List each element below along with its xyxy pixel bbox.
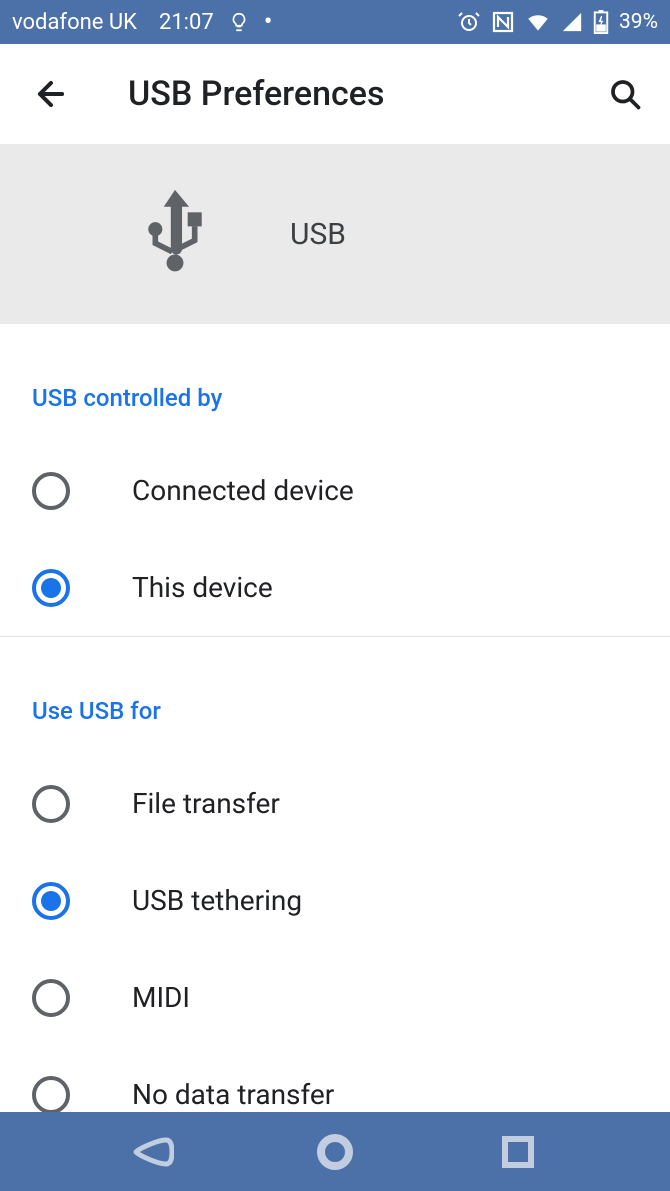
radio-label: No data transfer [132,1078,334,1111]
usb-header: USB [0,144,670,324]
status-right: 39% [457,10,658,34]
arrow-left-icon [32,75,70,113]
nfc-icon [491,10,515,34]
alarm-icon [457,10,481,34]
battery-icon [593,10,609,34]
section-controlled-by: USB controlled by Connected device This … [0,324,670,636]
radio-label: File transfer [132,787,280,820]
radio-file-transfer[interactable]: File transfer [0,755,670,852]
radio-icon [32,1076,70,1113]
dot-icon: • [264,9,273,35]
radio-label: MIDI [132,981,190,1014]
radio-icon [32,979,70,1017]
search-icon [607,76,643,112]
radio-label: This device [132,571,273,604]
page-title: USB Preferences [128,74,604,114]
radio-icon [32,785,70,823]
radio-midi[interactable]: MIDI [0,949,670,1046]
wifi-icon [525,11,551,33]
usb-icon [140,187,210,281]
nav-home-icon [315,1132,355,1172]
section-header-use-for: Use USB for [0,667,670,755]
navigation-bar [0,1112,670,1191]
nav-recent-icon [501,1135,535,1169]
battery-percent: 39% [619,10,658,34]
signal-icon [561,11,583,33]
radio-icon [32,472,70,510]
content: USB controlled by Connected device This … [0,324,670,1112]
nav-home-button[interactable] [311,1128,359,1176]
bulb-icon [228,11,250,33]
back-button[interactable] [30,73,72,115]
usb-header-label: USB [290,217,346,252]
status-left: vodafone UK 21:07 • [12,9,273,35]
nav-back-icon [130,1134,174,1170]
radio-icon [32,569,70,607]
radio-usb-tethering[interactable]: USB tethering [0,852,670,949]
radio-label: USB tethering [132,884,302,917]
clock-time: 21:07 [159,10,214,35]
radio-label: Connected device [132,474,354,507]
section-header-controlled-by: USB controlled by [0,354,670,442]
search-button[interactable] [604,73,646,115]
radio-icon [32,882,70,920]
nav-back-button[interactable] [128,1128,176,1176]
section-use-usb-for: Use USB for File transfer USB tethering … [0,636,670,1112]
status-bar: vodafone UK 21:07 • [0,0,670,44]
radio-this-device[interactable]: This device [0,539,670,636]
radio-connected-device[interactable]: Connected device [0,442,670,539]
carrier-label: vodafone UK [12,10,137,35]
nav-recent-button[interactable] [494,1128,542,1176]
app-bar: USB Preferences [0,44,670,144]
radio-no-data-transfer[interactable]: No data transfer [0,1046,670,1112]
